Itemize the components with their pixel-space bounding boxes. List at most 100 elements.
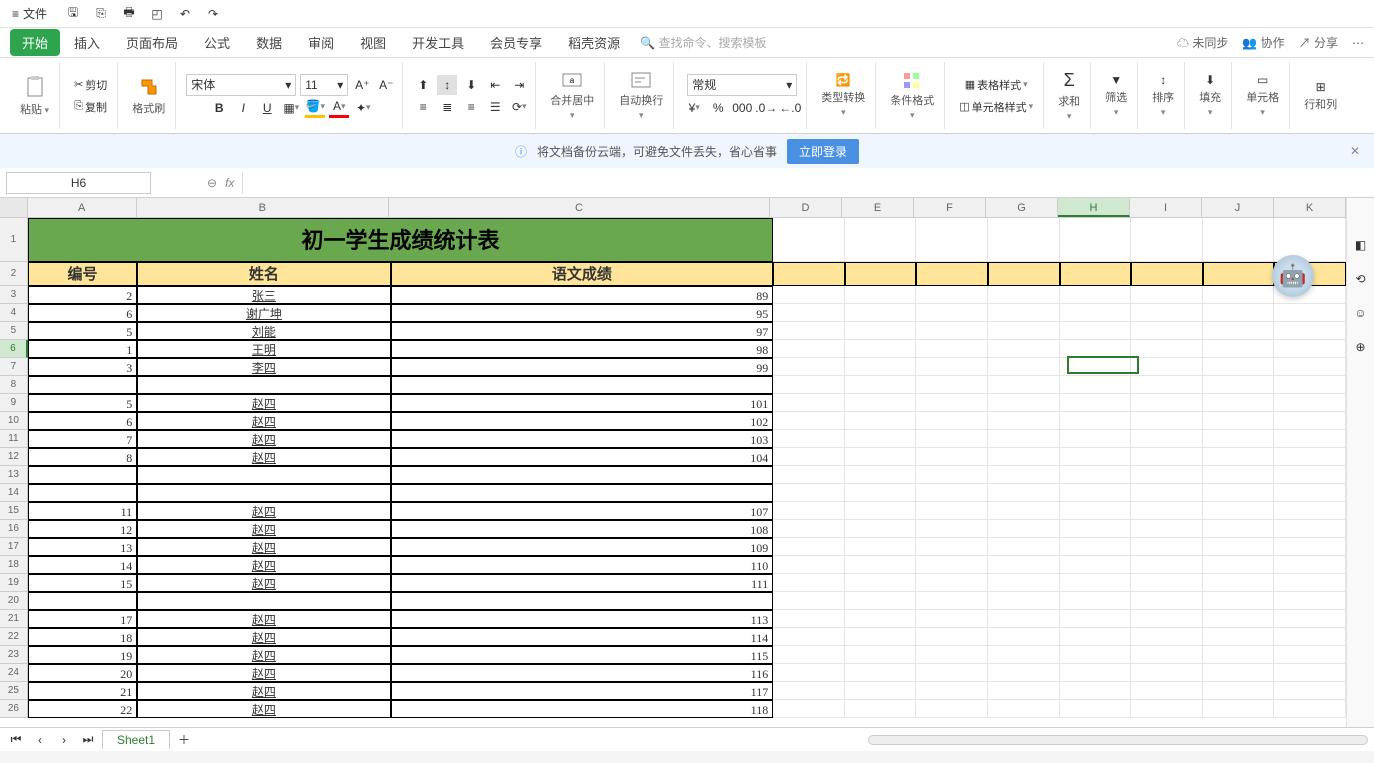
- row-header-18[interactable]: 18: [0, 556, 28, 574]
- cell-J11[interactable]: [1203, 430, 1275, 448]
- panel-icon-4[interactable]: ⊕: [1355, 340, 1365, 354]
- align-middle-icon[interactable]: ↕: [437, 75, 457, 95]
- cell-C22[interactable]: 114: [391, 628, 774, 646]
- font-color-icon[interactable]: A: [329, 98, 349, 118]
- cell-A8[interactable]: [28, 376, 137, 394]
- cell-I3[interactable]: [1131, 286, 1203, 304]
- comma-icon[interactable]: 000: [732, 98, 752, 118]
- row-header-23[interactable]: 23: [0, 646, 28, 664]
- table-style-button[interactable]: ▦ 表格样式: [961, 75, 1032, 95]
- cell-G26[interactable]: [988, 700, 1060, 718]
- cell-D16[interactable]: [773, 520, 845, 538]
- cell-J19[interactable]: [1203, 574, 1275, 592]
- row-header-19[interactable]: 19: [0, 574, 28, 592]
- row-header-10[interactable]: 10: [0, 412, 28, 430]
- cell-I26[interactable]: [1131, 700, 1203, 718]
- cell-G24[interactable]: [988, 664, 1060, 682]
- currency-icon[interactable]: ¥: [684, 98, 704, 118]
- tab-插入[interactable]: 插入: [62, 29, 112, 56]
- cell-B14[interactable]: [137, 484, 390, 502]
- type-convert-button[interactable]: 🔁 类型转换: [817, 71, 869, 120]
- cell-J6[interactable]: [1203, 340, 1275, 358]
- border-icon[interactable]: ▦: [281, 98, 301, 118]
- cell-E1[interactable]: [845, 218, 917, 262]
- cell-J25[interactable]: [1203, 682, 1275, 700]
- cell-I23[interactable]: [1131, 646, 1203, 664]
- cell-D26[interactable]: [773, 700, 845, 718]
- cell-J18[interactable]: [1203, 556, 1275, 574]
- cell-A20[interactable]: [28, 592, 137, 610]
- save-as-icon[interactable]: ⎘: [91, 4, 111, 24]
- save-icon[interactable]: 🖫: [63, 4, 83, 24]
- cell-C20[interactable]: [391, 592, 774, 610]
- cell-F17[interactable]: [916, 538, 988, 556]
- cell-H7[interactable]: [1060, 358, 1132, 376]
- cell-G20[interactable]: [988, 592, 1060, 610]
- cell-H9[interactable]: [1060, 394, 1132, 412]
- cell-G7[interactable]: [988, 358, 1060, 376]
- cell-F10[interactable]: [916, 412, 988, 430]
- row-header-14[interactable]: 14: [0, 484, 28, 502]
- cell-I21[interactable]: [1131, 610, 1203, 628]
- cell-K17[interactable]: [1274, 538, 1346, 556]
- command-search[interactable]: 🔍 查找命令、搜索模板: [640, 34, 766, 51]
- cell-C5[interactable]: 97: [391, 322, 774, 340]
- cell-J15[interactable]: [1203, 502, 1275, 520]
- cell-J5[interactable]: [1203, 322, 1275, 340]
- name-box[interactable]: H6: [6, 172, 151, 194]
- cell-F7[interactable]: [916, 358, 988, 376]
- format-painter-button[interactable]: 格式刷: [128, 74, 169, 118]
- cell-H8[interactable]: [1060, 376, 1132, 394]
- cell-C10[interactable]: 102: [391, 412, 774, 430]
- cell-E22[interactable]: [845, 628, 917, 646]
- cell-D24[interactable]: [773, 664, 845, 682]
- cell-B11[interactable]: 赵四: [137, 430, 390, 448]
- cell-K16[interactable]: [1274, 520, 1346, 538]
- cell-A26[interactable]: 22: [28, 700, 137, 718]
- col-header-C[interactable]: C: [389, 198, 770, 217]
- cell-B5[interactable]: 刘能: [137, 322, 390, 340]
- coop-button[interactable]: 👥 协作: [1242, 34, 1284, 51]
- cell-B20[interactable]: [137, 592, 390, 610]
- cell-C18[interactable]: 110: [391, 556, 774, 574]
- header-col-a[interactable]: 编号: [28, 262, 137, 286]
- cell-E23[interactable]: [845, 646, 917, 664]
- row-header-3[interactable]: 3: [0, 286, 28, 304]
- cell-J13[interactable]: [1203, 466, 1275, 484]
- select-all-corner[interactable]: [0, 198, 28, 217]
- panel-icon-1[interactable]: ◧: [1355, 238, 1366, 252]
- header-col-b[interactable]: 姓名: [137, 262, 390, 286]
- first-sheet-icon[interactable]: ⏮: [6, 730, 26, 750]
- cell-I1[interactable]: [1131, 218, 1203, 262]
- cell-G15[interactable]: [988, 502, 1060, 520]
- cell-C3[interactable]: 89: [391, 286, 774, 304]
- cell-C17[interactable]: 109: [391, 538, 774, 556]
- col-header-I[interactable]: I: [1130, 198, 1202, 217]
- cell-H3[interactable]: [1060, 286, 1132, 304]
- cell-K13[interactable]: [1274, 466, 1346, 484]
- cell-E2[interactable]: [845, 262, 917, 286]
- col-header-J[interactable]: J: [1202, 198, 1274, 217]
- cell-B19[interactable]: 赵四: [137, 574, 390, 592]
- cell-C9[interactable]: 101: [391, 394, 774, 412]
- justify-icon[interactable]: ☰: [485, 97, 505, 117]
- increase-indent-icon[interactable]: ⇥: [509, 75, 529, 95]
- orientation-icon[interactable]: ⟳: [509, 97, 529, 117]
- cell-G6[interactable]: [988, 340, 1060, 358]
- cell-F25[interactable]: [916, 682, 988, 700]
- col-header-B[interactable]: B: [137, 198, 389, 217]
- file-menu[interactable]: ≡ 文件: [6, 3, 53, 24]
- cell-J16[interactable]: [1203, 520, 1275, 538]
- cell-G16[interactable]: [988, 520, 1060, 538]
- fill-color-icon[interactable]: 🪣: [305, 98, 325, 118]
- row-header-20[interactable]: 20: [0, 592, 28, 610]
- cell-A19[interactable]: 15: [28, 574, 137, 592]
- cell-E19[interactable]: [845, 574, 917, 592]
- row-header-17[interactable]: 17: [0, 538, 28, 556]
- cell-K12[interactable]: [1274, 448, 1346, 466]
- cell-I6[interactable]: [1131, 340, 1203, 358]
- cell-J12[interactable]: [1203, 448, 1275, 466]
- row-header-24[interactable]: 24: [0, 664, 28, 682]
- cell-B10[interactable]: 赵四: [137, 412, 390, 430]
- print-preview-icon[interactable]: ◰: [147, 4, 167, 24]
